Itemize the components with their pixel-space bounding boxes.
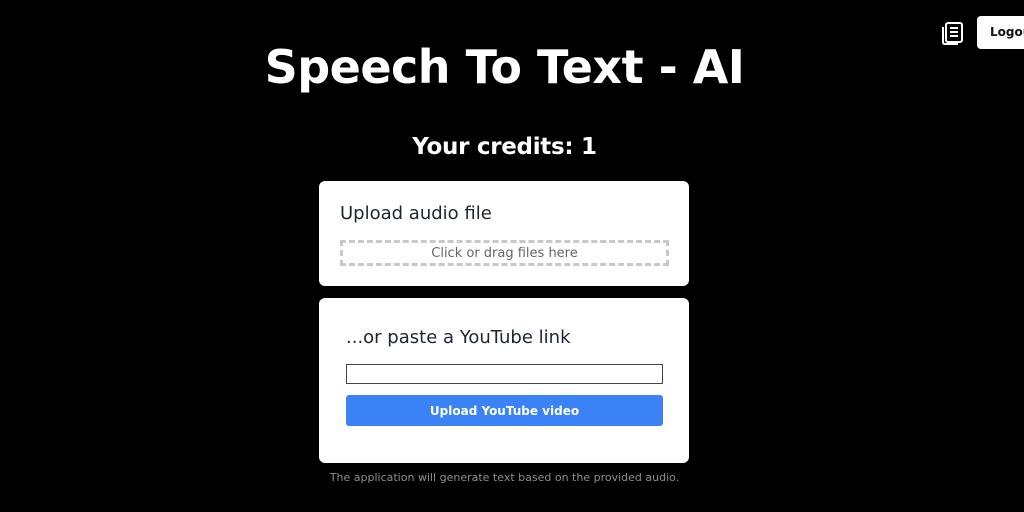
- app-page: Logout Speech To Text - AI Your credits:…: [0, 0, 1024, 512]
- upload-audio-heading: Upload audio file: [340, 203, 492, 224]
- youtube-link-card: ...or paste a YouTube link Upload YouTub…: [319, 298, 689, 463]
- youtube-link-input[interactable]: [346, 364, 663, 384]
- page-title: Speech To Text - AI: [264, 40, 745, 94]
- youtube-link-heading: ...or paste a YouTube link: [346, 327, 571, 348]
- dropzone-label: Click or drag files here: [431, 245, 578, 261]
- credits-counter: Your credits: 1: [412, 134, 597, 160]
- upload-audio-card: Upload audio file Click or drag files he…: [319, 181, 689, 286]
- file-dropzone[interactable]: Click or drag files here: [340, 240, 669, 266]
- app-description: The application will generate text based…: [329, 471, 680, 484]
- upload-youtube-button[interactable]: Upload YouTube video: [346, 395, 663, 426]
